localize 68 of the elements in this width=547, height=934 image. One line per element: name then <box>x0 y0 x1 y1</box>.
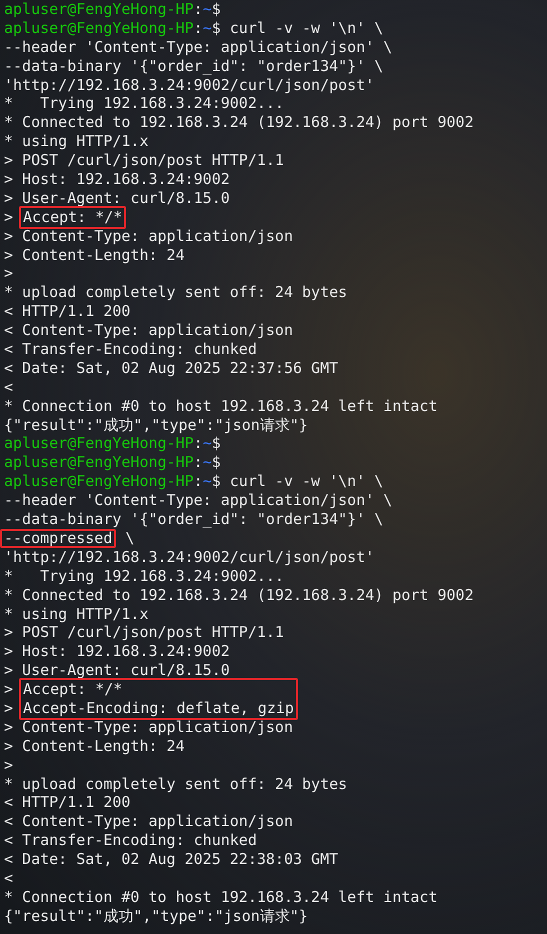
highlighted-text: --compressed <box>0 528 116 548</box>
terminal-text: * Connected to 192.168.3.24 (192.168.3.24) port 9002 <box>4 586 474 604</box>
terminal-text: < Content-Type: application/json <box>4 321 293 340</box>
terminal-text: * using HTTP/1.x <box>4 132 148 150</box>
terminal-text: * Trying 192.168.3.24:9002... <box>4 566 284 585</box>
terminal-text: < Transfer-Encoding: chunked <box>4 340 257 358</box>
terminal-text: < HTTP/1.1 200 <box>4 302 130 320</box>
prompt-path: ~ <box>202 434 212 452</box>
terminal-text: > POST /curl/json/post HTTP/1.1 <box>4 151 284 170</box>
terminal-text: $ <box>212 434 221 452</box>
terminal-text: * Connection #0 to host 192.168.3.24 left intact <box>4 396 438 415</box>
terminal-text: \ <box>124 528 134 547</box>
terminal-text: Accept: */* <box>23 208 122 226</box>
terminal-text: > Content-Length: 24 <box>4 736 185 755</box>
terminal-text: $ <box>212 453 221 472</box>
terminal-text: {"result":"成功","type":"json请求"} <box>4 416 308 434</box>
terminal-text: : <box>194 18 203 37</box>
terminal-text: : <box>194 0 203 18</box>
prompt-path: ~ <box>202 453 212 472</box>
terminal-text: : <box>194 472 203 490</box>
terminal-text: > <box>4 208 14 226</box>
terminal-text: * upload completely sent off: 24 bytes <box>4 283 348 302</box>
terminal-text: 'http://192.168.3.24:9002/curl/json/post' <box>4 76 374 94</box>
terminal-text: > User-Agent: curl/8.15.0 <box>4 188 230 207</box>
terminal-text: > Content-Type: application/json <box>4 718 293 736</box>
terminal-text: $ <box>212 0 221 18</box>
terminal-text: > Host: 192.168.3.24:9002 <box>4 170 230 188</box>
terminal-text: : <box>194 434 203 452</box>
terminal-text: < Content-Type: application/json <box>4 812 293 830</box>
terminal-text: --data-binary '{"order_id": "order134"}' \ <box>4 56 384 75</box>
prompt-path: ~ <box>202 472 212 490</box>
terminal-text: --header 'Content-Type: application/json' \ <box>4 491 392 510</box>
terminal-text: > <box>4 264 14 282</box>
prompt-user: apluser@FengYeHong-HP <box>4 434 194 452</box>
terminal-text: > <box>4 680 14 698</box>
terminal-text: * using HTTP/1.x <box>4 604 148 622</box>
terminal-text: > Content-Length: 24 <box>4 246 185 264</box>
terminal-text: > User-Agent: curl/8.15.0 <box>4 661 230 680</box>
terminal-text: < HTTP/1.1 200 <box>4 793 130 812</box>
terminal-text: --data-binary '{"order_id": "order134"}' \ <box>4 510 384 528</box>
terminal-text: < Transfer-Encoding: chunked <box>4 831 257 850</box>
terminal-text: < Date: Sat, 02 Aug 2025 22:38:03 GMT <box>4 850 338 868</box>
terminal-text: > Content-Type: application/json <box>4 226 293 245</box>
prompt-user: apluser@FengYeHong-HP <box>4 0 194 18</box>
terminal-text: * Trying 192.168.3.24:9002... <box>4 94 284 112</box>
prompt-user: apluser@FengYeHong-HP <box>4 472 194 490</box>
terminal-text: {"result":"成功","type":"json请求"} <box>4 906 308 925</box>
terminal-text: * Connected to 192.168.3.24 (192.168.3.24) port 9002 <box>4 113 474 132</box>
terminal-text: < <box>4 868 14 887</box>
terminal-text: --header 'Content-Type: application/json' \ <box>4 38 392 56</box>
terminal-text: > <box>4 698 14 717</box>
terminal-text: $ curl -v -w '\n' \ <box>212 472 384 490</box>
terminal-text: > Host: 192.168.3.24:9002 <box>4 642 230 660</box>
terminal-text: Accept-Encoding: deflate, gzip <box>23 698 294 717</box>
terminal-text: < Date: Sat, 02 Aug 2025 22:37:56 GMT <box>4 358 338 377</box>
prompt-user: apluser@FengYeHong-HP <box>4 453 194 472</box>
terminal-text: : <box>194 453 203 472</box>
terminal-text: > POST /curl/json/post HTTP/1.1 <box>4 623 284 642</box>
terminal-text: $ curl -v -w '\n' \ <box>212 18 384 37</box>
terminal-text: > <box>4 756 14 774</box>
prompt-path: ~ <box>202 18 212 37</box>
prompt-path: ~ <box>202 0 212 18</box>
prompt-user: apluser@FengYeHong-HP <box>4 18 194 37</box>
terminal-text: 'http://192.168.3.24:9002/curl/json/post' <box>4 548 374 566</box>
terminal-text: * Connection #0 to host 192.168.3.24 left intact <box>4 888 438 906</box>
terminal-text: Accept: */* <box>23 680 122 698</box>
terminal-text: * upload completely sent off: 24 bytes <box>4 774 348 793</box>
terminal-text: < <box>4 378 14 396</box>
